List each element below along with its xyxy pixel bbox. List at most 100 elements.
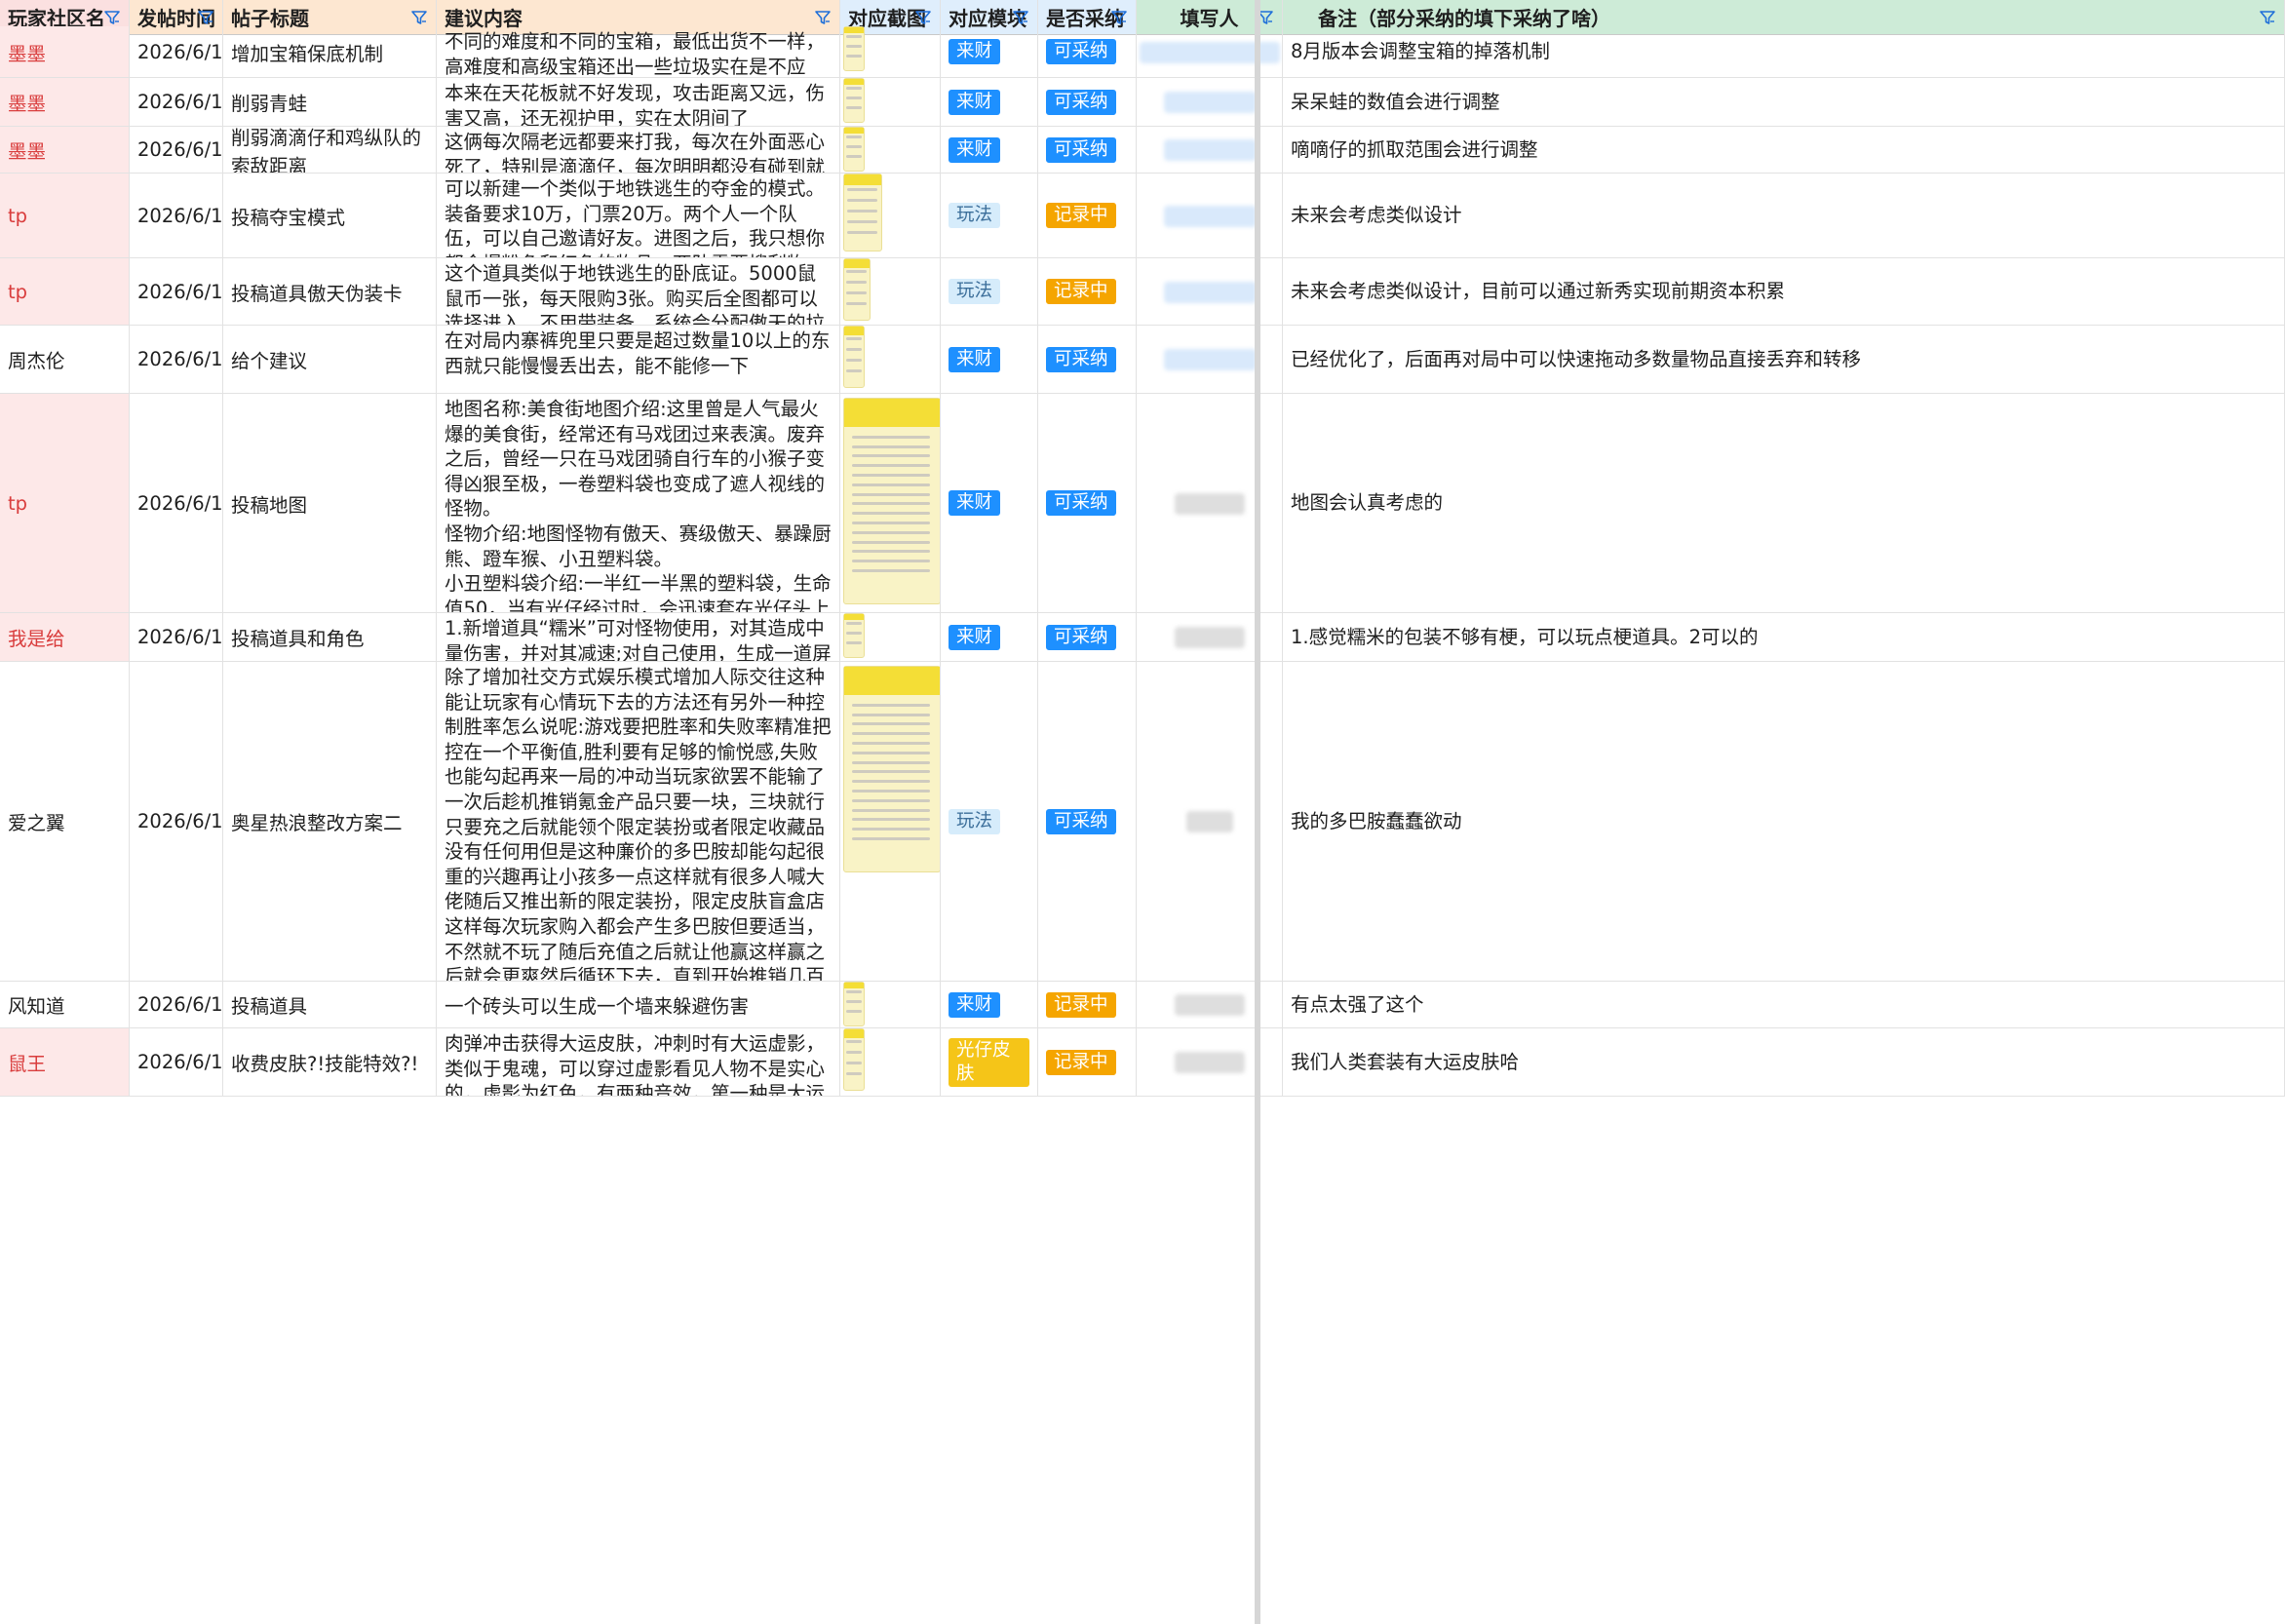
screenshot-thumbnail[interactable] (843, 258, 871, 321)
cell-adopt-status[interactable]: 记录中 (1038, 1028, 1137, 1097)
filter-icon[interactable] (1110, 9, 1128, 26)
cell-screenshot[interactable] (840, 174, 941, 258)
cell-post-title[interactable]: 削弱青蛙 (223, 78, 437, 127)
screenshot-thumbnail[interactable] (843, 666, 940, 872)
cell-suggestion[interactable]: 除了增加社交方式娱乐模式增加人际交往这种能让玩家有心情玩下去的方法还有另外一种控… (437, 662, 840, 982)
filter-icon[interactable] (103, 9, 121, 26)
cell-post-title[interactable]: 给个建议 (223, 326, 437, 394)
filter-icon[interactable] (1012, 9, 1029, 26)
cell-post-title[interactable]: 收费皮肤?!技能特效?! (223, 1028, 437, 1097)
cell-screenshot[interactable] (840, 127, 941, 174)
cell-post-date[interactable]: 2026/6/19 (130, 394, 223, 613)
cell-filler[interactable] (1137, 613, 1283, 662)
filter-icon[interactable] (410, 9, 428, 26)
cell-post-date[interactable]: 2026/6/19 (130, 613, 223, 662)
cell-module[interactable]: 玩法 (941, 662, 1038, 982)
cell-post-date[interactable]: 2026/6/19 (130, 78, 223, 127)
cell-module[interactable]: 玩法 (941, 174, 1038, 258)
cell-post-date[interactable]: 2026/6/19 (130, 174, 223, 258)
cell-suggestion[interactable]: 1.新增道具“糯米”可对怪物使用，对其造成中量伤害，并对其减速;对自己使用，生成… (437, 613, 840, 662)
cell-screenshot[interactable] (840, 26, 941, 78)
cell-remark[interactable]: 嘀嘀仔的抓取范围会进行调整 (1283, 127, 2285, 174)
cell-suggestion[interactable]: 可以新建一个类似于地铁逃生的夺金的模式。装备要求10万，门票20万。两个人一个队… (437, 174, 840, 258)
cell-screenshot[interactable] (840, 394, 941, 613)
cell-remark[interactable]: 8月版本会调整宝箱的掉落机制 (1283, 26, 2285, 78)
cell-filler[interactable] (1137, 174, 1283, 258)
cell-remark[interactable]: 我们人类套装有大运皮肤哈 (1283, 1028, 2285, 1097)
cell-player-name[interactable]: 鼠王 (0, 1028, 130, 1097)
cell-post-date[interactable]: 2026/6/19 (130, 662, 223, 982)
cell-suggestion[interactable]: 本来在天花板就不好发现，攻击距离又远，伤害又高，还无视护甲，实在太阴间了 (437, 78, 840, 127)
cell-suggestion[interactable]: 肉弹冲击获得大运皮肤，冲刺时有大运虚影，类似于鬼魂，可以穿过虚影看见人物不是实心… (437, 1028, 840, 1097)
cell-module[interactable]: 玩法 (941, 258, 1038, 326)
cell-adopt-status[interactable]: 可采纳 (1038, 78, 1137, 127)
cell-filler[interactable] (1137, 662, 1283, 982)
filter-icon[interactable] (914, 9, 932, 26)
cell-screenshot[interactable] (840, 78, 941, 127)
cell-adopt-status[interactable]: 可采纳 (1038, 613, 1137, 662)
cell-adopt-status[interactable]: 记录中 (1038, 982, 1137, 1028)
cell-post-title[interactable]: 投稿夺宝模式 (223, 174, 437, 258)
cell-adopt-status[interactable]: 可采纳 (1038, 127, 1137, 174)
cell-module[interactable]: 来财 (941, 127, 1038, 174)
cell-suggestion[interactable]: 这个道具类似于地铁逃生的卧底证。5000鼠鼠币一张，每天限购3张。购买后全图都可… (437, 258, 840, 326)
cell-player-name[interactable]: 墨墨 (0, 127, 130, 174)
cell-remark[interactable]: 呆呆蛙的数值会进行调整 (1283, 78, 2285, 127)
cell-post-date[interactable]: 2026/6/19 (130, 258, 223, 326)
cell-module[interactable]: 来财 (941, 326, 1038, 394)
screenshot-thumbnail[interactable] (843, 398, 940, 604)
screenshot-thumbnail[interactable] (843, 1028, 865, 1091)
cell-filler[interactable] (1137, 394, 1283, 613)
cell-player-name[interactable]: tp (0, 174, 130, 258)
cell-player-name[interactable]: 墨墨 (0, 26, 130, 78)
cell-suggestion[interactable]: 这俩每次隔老远都要来打我，每次在外面恶心死了，特别是滴滴仔，每次明明都没有碰到就… (437, 127, 840, 174)
cell-remark[interactable]: 未来会考虑类似设计 (1283, 174, 2285, 258)
cell-module[interactable]: 来财 (941, 394, 1038, 613)
cell-player-name[interactable]: 墨墨 (0, 78, 130, 127)
screenshot-thumbnail[interactable] (843, 613, 865, 658)
cell-screenshot[interactable] (840, 258, 941, 326)
cell-post-date[interactable]: 2026/6/19 (130, 26, 223, 78)
cell-post-date[interactable]: 2026/6/19 (130, 326, 223, 394)
cell-module[interactable]: 来财 (941, 26, 1038, 78)
cell-filler[interactable] (1137, 127, 1283, 174)
cell-post-date[interactable]: 2026/6/19 (130, 127, 223, 174)
cell-post-title[interactable]: 投稿道具和角色 (223, 613, 437, 662)
cell-post-title[interactable]: 奥星热浪整改方案二 (223, 662, 437, 982)
filter-icon[interactable] (197, 9, 214, 26)
cell-filler[interactable] (1137, 78, 1283, 127)
cell-remark[interactable]: 1.感觉糯米的包装不够有梗，可以玩点梗道具。2可以的 (1283, 613, 2285, 662)
filter-icon[interactable] (814, 9, 832, 26)
cell-screenshot[interactable] (840, 1028, 941, 1097)
screenshot-thumbnail[interactable] (843, 26, 865, 71)
cell-adopt-status[interactable]: 记录中 (1038, 174, 1137, 258)
cell-post-title[interactable]: 投稿道具 (223, 982, 437, 1028)
cell-player-name[interactable]: 我是给 (0, 613, 130, 662)
cell-filler[interactable] (1137, 1028, 1283, 1097)
cell-suggestion[interactable]: 不同的难度和不同的宝箱，最低出货不一样，高难度和高级宝箱还出一些垃圾实在是不应该… (437, 26, 840, 78)
cell-screenshot[interactable] (840, 613, 941, 662)
cell-suggestion[interactable]: 地图名称:美食街地图介绍:这里曾是人气最火爆的美食街，经常还有马戏团过来表演。废… (437, 394, 840, 613)
cell-adopt-status[interactable]: 可采纳 (1038, 326, 1137, 394)
cell-suggestion[interactable]: 一个砖头可以生成一个墙来躲避伤害 (437, 982, 840, 1028)
cell-filler[interactable] (1137, 26, 1283, 78)
cell-module[interactable]: 来财 (941, 78, 1038, 127)
screenshot-thumbnail[interactable] (843, 127, 865, 172)
cell-adopt-status[interactable]: 记录中 (1038, 258, 1137, 326)
cell-screenshot[interactable] (840, 662, 941, 982)
cell-remark[interactable]: 地图会认真考虑的 (1283, 394, 2285, 613)
cell-player-name[interactable]: 风知道 (0, 982, 130, 1028)
cell-player-name[interactable]: 周杰伦 (0, 326, 130, 394)
cell-post-title[interactable]: 投稿地图 (223, 394, 437, 613)
filter-icon[interactable] (2259, 9, 2276, 26)
screenshot-thumbnail[interactable] (843, 174, 882, 251)
cell-remark[interactable]: 未来会考虑类似设计，目前可以通过新秀实现前期资本积累 (1283, 258, 2285, 326)
cell-post-title[interactable]: 增加宝箱保底机制 (223, 26, 437, 78)
cell-module[interactable]: 来财 (941, 613, 1038, 662)
cell-screenshot[interactable] (840, 326, 941, 394)
cell-post-title[interactable]: 投稿道具傲天伪装卡 (223, 258, 437, 326)
cell-module[interactable]: 来财 (941, 982, 1038, 1028)
cell-post-date[interactable]: 2026/6/19 (130, 982, 223, 1028)
cell-filler[interactable] (1137, 982, 1283, 1028)
cell-post-title[interactable]: 削弱滴滴仔和鸡纵队的索敌距离 (223, 127, 437, 174)
